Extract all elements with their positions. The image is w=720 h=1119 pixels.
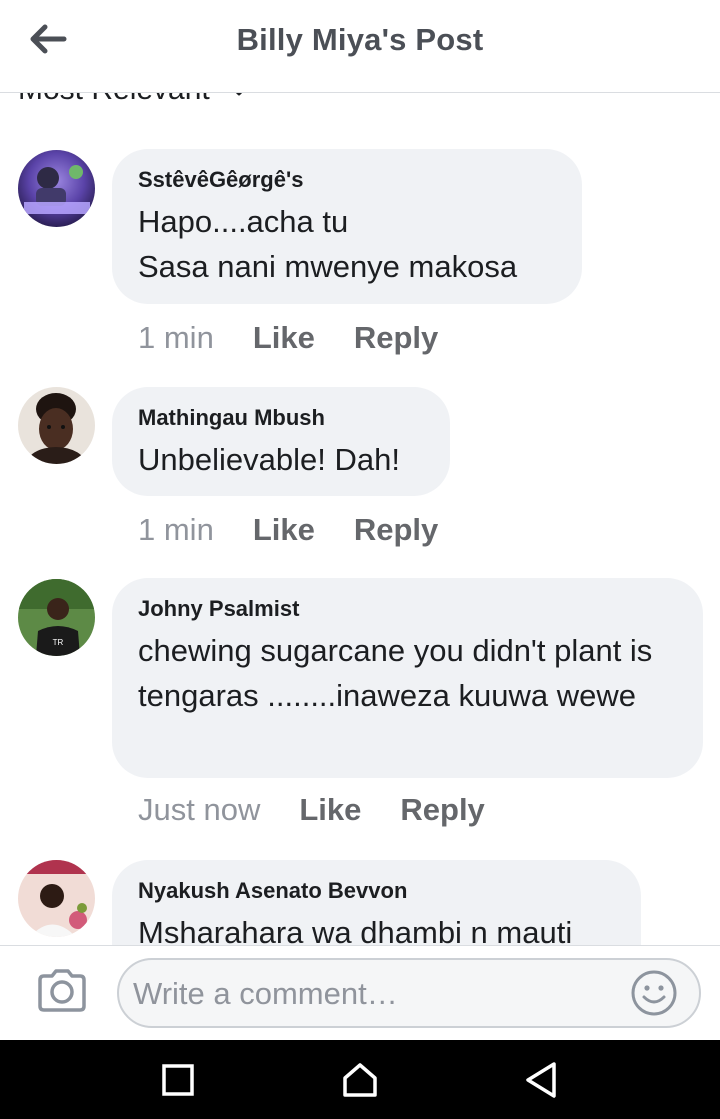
comment-text: Hapo....acha tu Sasa nani mwenye makosa	[138, 204, 518, 284]
like-button[interactable]: Like	[253, 512, 315, 548]
reply-button[interactable]: Reply	[354, 512, 438, 548]
avatar[interactable]	[18, 860, 95, 937]
smiley-icon	[631, 970, 677, 1016]
comment-actions: 1 min Like Reply	[138, 512, 438, 548]
comment-author[interactable]: SstêvêGêørgê's	[138, 167, 556, 193]
comment-item: TR Johny Psalmist chewing sugarcane you …	[0, 578, 720, 838]
comment-input[interactable]	[131, 966, 625, 1022]
page-title: Billy Miya's Post	[236, 22, 484, 57]
avatar[interactable]	[18, 150, 95, 227]
emoji-button[interactable]	[629, 968, 679, 1018]
comment-timestamp: 1 min	[138, 320, 214, 355]
comment-composer	[0, 945, 720, 1041]
like-button[interactable]: Like	[299, 792, 361, 828]
home-button[interactable]	[335, 1057, 385, 1103]
triangle-back-icon	[526, 1062, 556, 1098]
comment-actions: 1 min Like Reply	[138, 320, 438, 356]
svg-text:TR: TR	[53, 638, 64, 647]
comment-input-container	[117, 958, 701, 1028]
comment-bubble: SstêvêGêørgê's Hapo....acha tu Sasa nani…	[112, 149, 582, 304]
home-icon	[343, 1063, 377, 1097]
top-app-bar: Billy Miya's Post	[0, 0, 720, 93]
comment-bubble: Johny Psalmist chewing sugarcane you did…	[112, 578, 703, 778]
comment-author[interactable]: Nyakush Asenato Bevvon	[138, 878, 615, 904]
square-icon	[162, 1064, 194, 1096]
comment-actions: Just now Like Reply	[138, 792, 485, 828]
avatar[interactable]: TR	[18, 579, 95, 656]
like-button[interactable]: Like	[253, 320, 315, 356]
comment-text: chewing sugarcane you didn't plant is te…	[138, 633, 653, 713]
comment-item: SstêvêGêørgê's Hapo....acha tu Sasa nani…	[0, 148, 720, 368]
reply-button[interactable]: Reply	[400, 792, 484, 828]
camera-button[interactable]	[34, 966, 90, 1016]
comment-bubble: Mathingau Mbush Unbelievable! Dah!	[112, 387, 450, 496]
comment-timestamp: Just now	[138, 792, 261, 827]
comment-author[interactable]: Johny Psalmist	[138, 596, 677, 622]
reply-button[interactable]: Reply	[354, 320, 438, 356]
comment-item: Mathingau Mbush Unbelievable! Dah! 1 min…	[0, 386, 720, 556]
comment-text: Unbelievable! Dah!	[138, 442, 400, 477]
recents-button[interactable]	[153, 1057, 203, 1103]
avatar[interactable]	[18, 387, 95, 464]
system-back-button[interactable]	[516, 1057, 566, 1103]
system-navigation-bar	[0, 1040, 720, 1119]
camera-icon	[38, 969, 86, 1012]
comment-author[interactable]: Mathingau Mbush	[138, 405, 424, 431]
comment-timestamp: 1 min	[138, 512, 214, 547]
